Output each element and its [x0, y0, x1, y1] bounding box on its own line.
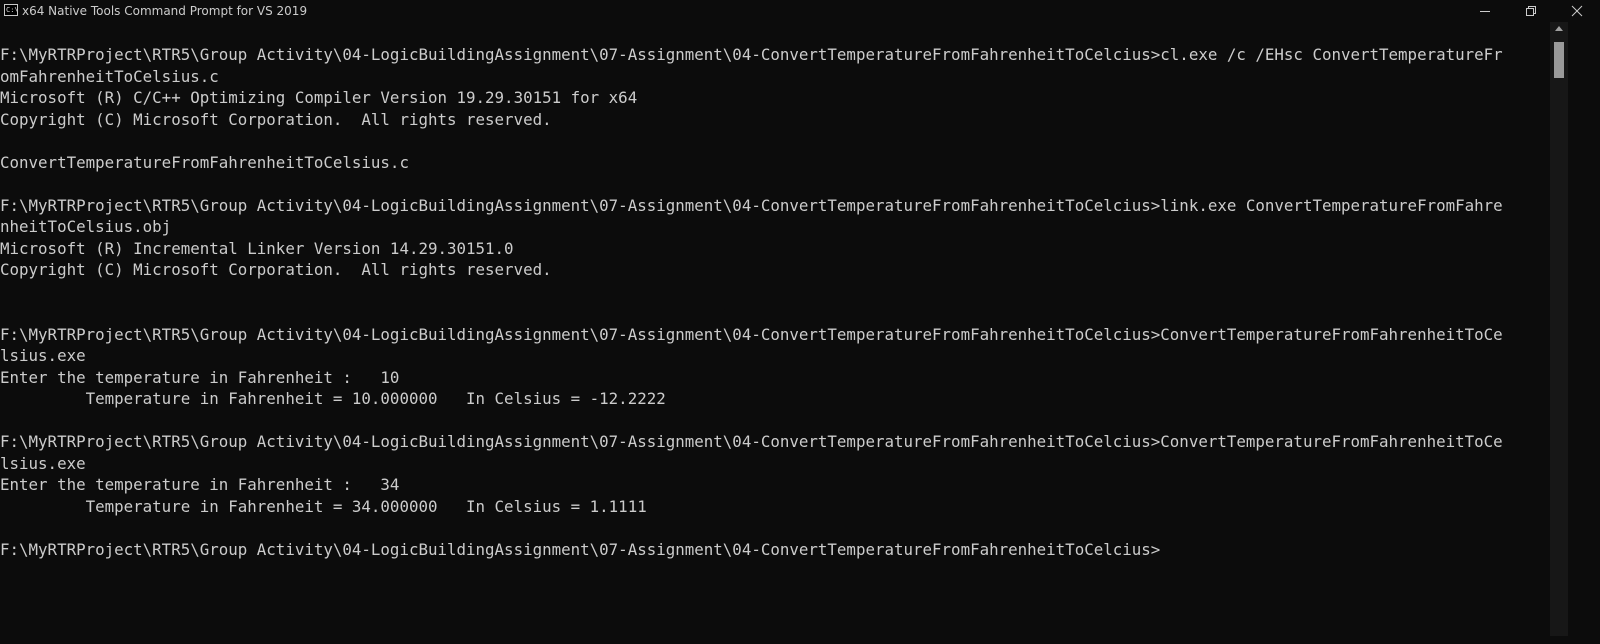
- console-line: Microsoft (R) Incremental Linker Version…: [0, 238, 514, 258]
- command-prompt-window: C:\ x64 Native Tools Command Prompt for …: [0, 0, 1600, 644]
- console-line: F:\MyRTRProject\RTR5\Group Activity\04-L…: [0, 324, 1503, 344]
- title-bar[interactable]: C:\ x64 Native Tools Command Prompt for …: [0, 0, 1600, 22]
- console-line: F:\MyRTRProject\RTR5\Group Activity\04-L…: [0, 195, 1503, 215]
- console-line: Microsoft (R) C/C++ Optimizing Compiler …: [0, 88, 638, 107]
- window-title: x64 Native Tools Command Prompt for VS 2…: [22, 4, 308, 18]
- console-line: Temperature in Fahrenheit = 10.000000 In…: [0, 389, 666, 408]
- scroll-up-arrow-icon[interactable]: [1555, 26, 1563, 31]
- minimize-icon: [1480, 11, 1490, 12]
- console-line: omFahrenheitToCelsius.c: [0, 66, 219, 86]
- console-line: Enter the temperature in Fahrenheit : 10: [0, 367, 400, 387]
- console-line: F:\MyRTRProject\RTR5\Group Activity\04-L…: [0, 45, 1503, 64]
- console-app-icon: C:\: [4, 4, 18, 16]
- console-line: Copyright (C) Microsoft Corporation. All…: [0, 109, 552, 129]
- restore-button[interactable]: [1508, 0, 1554, 22]
- minimize-button[interactable]: [1462, 0, 1508, 22]
- console-line: Copyright (C) Microsoft Corporation. All…: [0, 260, 552, 279]
- restore-icon: [1526, 6, 1536, 16]
- vertical-scrollbar[interactable]: [1550, 22, 1568, 636]
- console-line: F:\MyRTRProject\RTR5\Group Activity\04-L…: [0, 432, 1503, 451]
- console-line: ConvertTemperatureFromFahrenheitToCelsiu…: [0, 152, 409, 172]
- console-line: Temperature in Fahrenheit = 34.000000 In…: [0, 496, 647, 516]
- console-line: Enter the temperature in Fahrenheit : 34: [0, 475, 400, 494]
- console-prompt[interactable]: F:\MyRTRProject\RTR5\Group Activity\04-L…: [0, 539, 1550, 561]
- console-line: lsius.exe: [0, 346, 86, 365]
- console-line: lsius.exe: [0, 453, 86, 473]
- console-line: nheitToCelsius.obj: [0, 217, 172, 236]
- scroll-thumb[interactable]: [1554, 42, 1564, 78]
- console-output[interactable]: F:\MyRTRProject\RTR5\Group Activity\04-L…: [0, 44, 1550, 640]
- close-icon: [1571, 5, 1583, 17]
- close-button[interactable]: [1554, 0, 1600, 22]
